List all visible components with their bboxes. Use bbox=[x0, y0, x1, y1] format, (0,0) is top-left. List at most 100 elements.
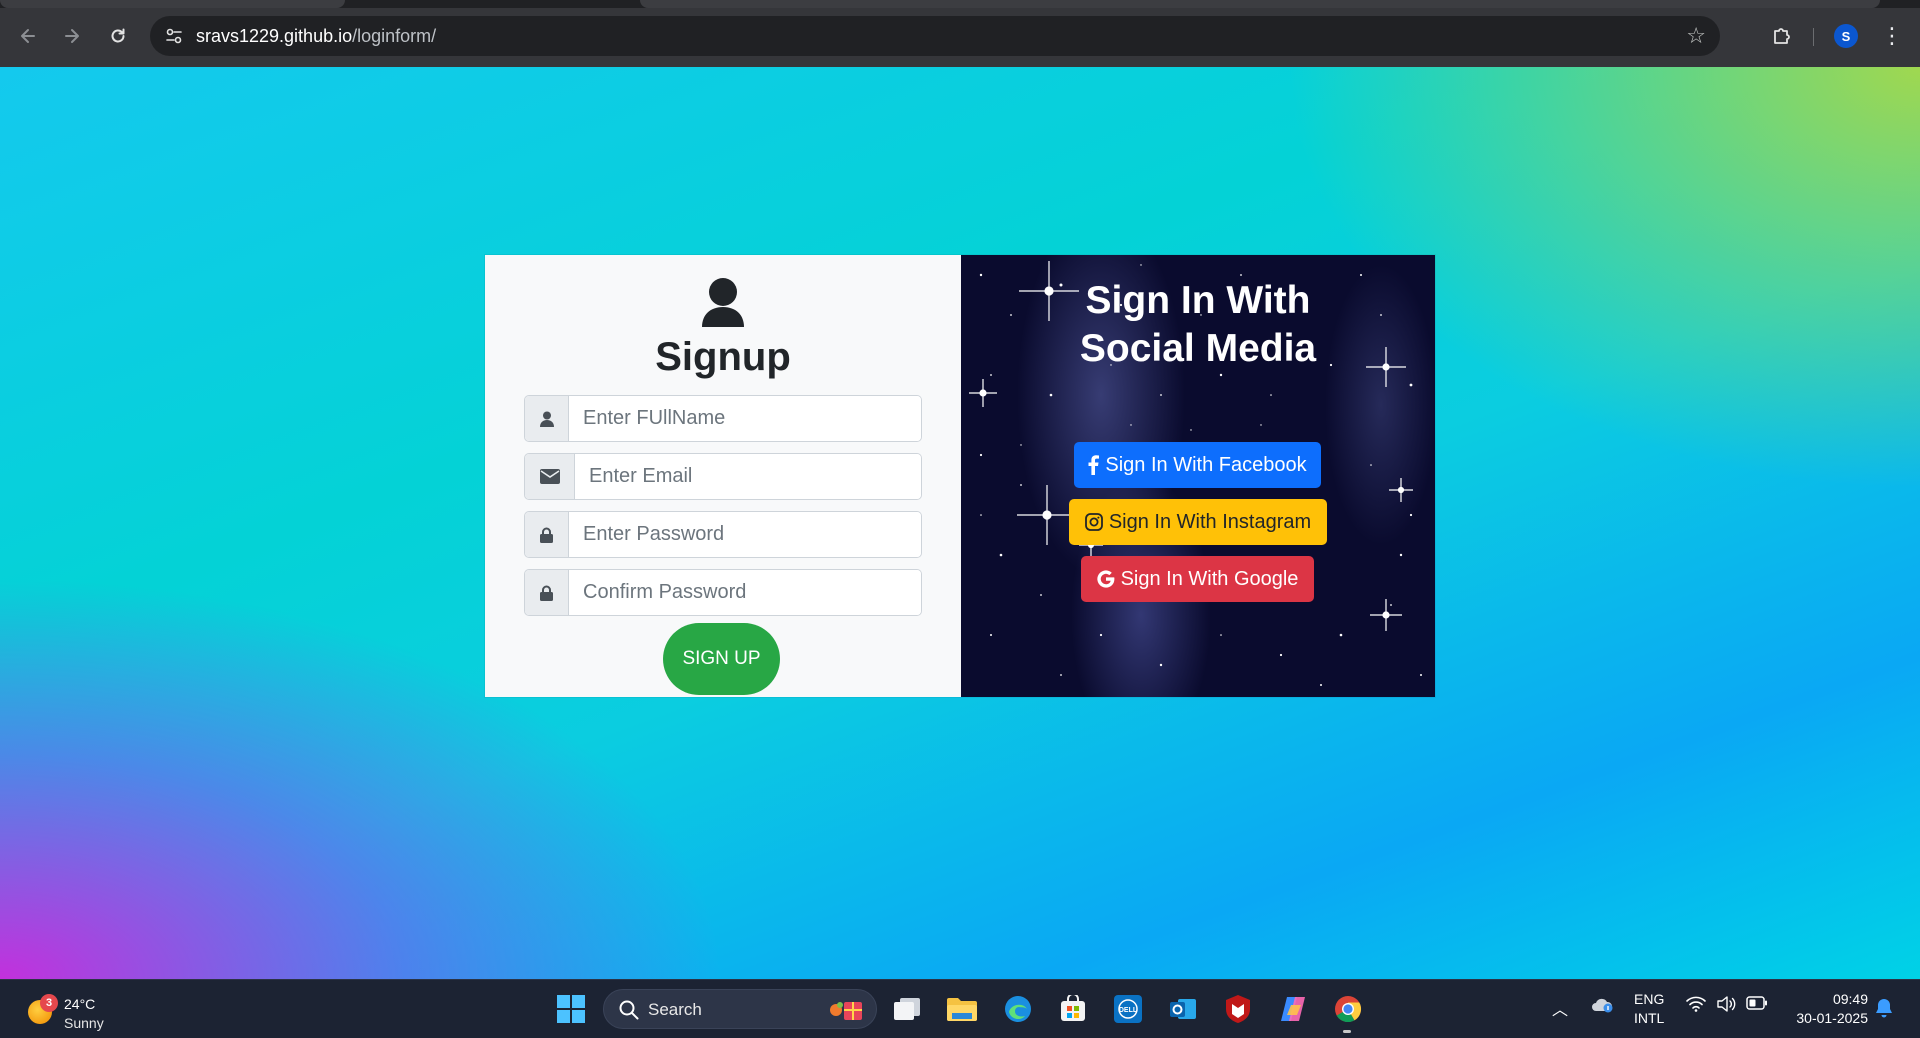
dell-icon: DELL bbox=[1114, 995, 1142, 1023]
social-title-line1: Sign In With bbox=[1085, 279, 1311, 322]
google-signin-label: Sign In With Google bbox=[1120, 567, 1299, 590]
form-card: Signup Enter FUllName Enter Email SIGN U… bbox=[485, 255, 1435, 697]
task-view-icon bbox=[894, 998, 920, 1020]
password-input[interactable] bbox=[569, 512, 921, 557]
copilot-icon bbox=[1281, 997, 1305, 1021]
weather-condition: Sunny bbox=[64, 1015, 104, 1031]
email-group bbox=[524, 453, 922, 500]
extensions-button[interactable] bbox=[1766, 20, 1798, 52]
url-path: /loginform/ bbox=[352, 26, 437, 46]
site-info-icon[interactable] bbox=[164, 26, 184, 46]
show-hidden-icons-chevron-icon[interactable]: ︿ bbox=[1552, 996, 1568, 1020]
edge-button[interactable] bbox=[1001, 992, 1035, 1026]
signup-panel: Signup Enter FUllName Enter Email SIGN U… bbox=[485, 255, 961, 697]
chrome-button[interactable] bbox=[1331, 992, 1365, 1026]
bookmark-star-icon[interactable]: ☆ bbox=[1686, 23, 1706, 49]
facebook-signin-button[interactable]: Sign In With Facebook bbox=[1074, 442, 1321, 488]
facebook-signin-label: Sign In With Facebook bbox=[1105, 453, 1307, 476]
tab-strip bbox=[0, 0, 1920, 8]
search-label: Search bbox=[648, 1000, 702, 1019]
lock-icon bbox=[540, 527, 553, 543]
volume-icon[interactable] bbox=[1716, 996, 1736, 1016]
folder-icon bbox=[947, 998, 977, 1021]
weather-badge: 3 bbox=[40, 994, 58, 1012]
profile-avatar[interactable]: S bbox=[1834, 24, 1858, 48]
confirm-password-input[interactable] bbox=[569, 570, 921, 615]
user-small-icon bbox=[539, 411, 554, 427]
password-group bbox=[524, 511, 922, 558]
windows-logo-icon bbox=[557, 995, 585, 1023]
url-host: sravs1229.github.io bbox=[196, 26, 353, 46]
store-button[interactable] bbox=[1056, 992, 1090, 1026]
weather-widget[interactable]: 3 24°C Sunny bbox=[24, 988, 124, 1032]
reload-button[interactable] bbox=[102, 20, 134, 52]
facebook-icon bbox=[1088, 455, 1100, 475]
tab-previous[interactable] bbox=[0, 0, 345, 8]
taskbar-search[interactable]: Search bbox=[603, 989, 877, 1029]
signup-title: Signup bbox=[655, 335, 791, 379]
dell-button[interactable]: DELL bbox=[1111, 992, 1145, 1026]
search-icon bbox=[619, 1000, 639, 1020]
mcafee-shield-icon bbox=[1226, 995, 1250, 1023]
fullname-group bbox=[524, 395, 922, 442]
start-button[interactable] bbox=[554, 992, 588, 1026]
browser-menu-icon[interactable]: ⋮ bbox=[1880, 20, 1904, 52]
arrow-right-icon bbox=[65, 29, 79, 43]
arrow-left-icon bbox=[21, 29, 35, 43]
toolbar-divider bbox=[1813, 28, 1814, 46]
wifi-icon[interactable] bbox=[1686, 996, 1706, 1016]
email-input[interactable] bbox=[575, 454, 921, 499]
edge-icon bbox=[1005, 996, 1031, 1022]
fullname-input[interactable] bbox=[569, 396, 921, 441]
search-highlight-icon bbox=[830, 1002, 862, 1020]
email-addon bbox=[525, 454, 575, 499]
keyboard-layout: INTL bbox=[1634, 1010, 1665, 1026]
mcafee-button[interactable] bbox=[1221, 992, 1255, 1026]
social-title: Sign In With Social Media bbox=[961, 277, 1435, 373]
outlook-icon bbox=[1170, 999, 1196, 1019]
onedrive-icon[interactable] bbox=[1590, 996, 1614, 1018]
windows-taskbar: 3 24°C Sunny Search DELL ︿ ENG INTL 09:4… bbox=[0, 979, 1920, 1038]
browser-toolbar: sravs1229.github.io/loginform/ ☆ S ⋮ bbox=[0, 14, 1920, 58]
confirm-password-addon bbox=[525, 570, 569, 615]
envelope-icon bbox=[539, 469, 560, 484]
instagram-signin-label: Sign In With Instagram bbox=[1108, 510, 1312, 533]
lock-icon bbox=[540, 585, 553, 601]
password-addon bbox=[525, 512, 569, 557]
instagram-signin-button[interactable]: Sign In With Instagram bbox=[1069, 499, 1327, 545]
reload-icon bbox=[111, 28, 125, 43]
system-clock[interactable]: 09:49 30-01-2025 bbox=[1780, 990, 1868, 1028]
tab-current[interactable] bbox=[640, 0, 1880, 8]
url-text: sravs1229.github.io/loginform/ bbox=[196, 26, 436, 47]
battery-icon[interactable] bbox=[1746, 996, 1768, 1014]
weather-temp: 24°C bbox=[64, 996, 96, 1012]
language-code: ENG bbox=[1634, 991, 1665, 1007]
address-bar[interactable]: sravs1229.github.io/loginform/ ☆ bbox=[150, 16, 1720, 56]
store-icon bbox=[1061, 995, 1085, 1021]
user-icon bbox=[702, 278, 744, 327]
outlook-button[interactable] bbox=[1166, 992, 1200, 1026]
file-explorer-button[interactable] bbox=[945, 992, 979, 1026]
google-signin-button[interactable]: Sign In With Google bbox=[1081, 556, 1314, 602]
page-viewport: Signup Enter FUllName Enter Email SIGN U… bbox=[0, 67, 1920, 979]
back-button[interactable] bbox=[12, 20, 44, 52]
clock-time: 09:49 bbox=[1832, 991, 1868, 1007]
social-panel: Sign In With Social Media Sign In With F… bbox=[961, 255, 1435, 697]
signup-button[interactable]: SIGN UP bbox=[663, 623, 780, 695]
social-title-line2: Social Media bbox=[1079, 327, 1317, 370]
user-addon bbox=[525, 396, 569, 441]
google-icon bbox=[1096, 570, 1114, 588]
svg-text:DELL: DELL bbox=[1119, 1007, 1138, 1014]
language-indicator[interactable]: ENG INTL bbox=[1634, 990, 1664, 1028]
confirm-password-group bbox=[524, 569, 922, 616]
browser-chrome: sravs1229.github.io/loginform/ ☆ S ⋮ bbox=[0, 0, 1920, 67]
instagram-icon bbox=[1084, 513, 1103, 531]
copilot-button[interactable] bbox=[1276, 992, 1310, 1026]
notification-bell-icon[interactable] bbox=[1875, 998, 1893, 1023]
forward-button[interactable] bbox=[56, 20, 88, 52]
task-view-button[interactable] bbox=[890, 992, 924, 1026]
clock-date: 30-01-2025 bbox=[1796, 1010, 1868, 1026]
puzzle-icon bbox=[1774, 28, 1790, 44]
chrome-icon bbox=[1335, 996, 1362, 1023]
chrome-active-indicator bbox=[1343, 1030, 1351, 1033]
